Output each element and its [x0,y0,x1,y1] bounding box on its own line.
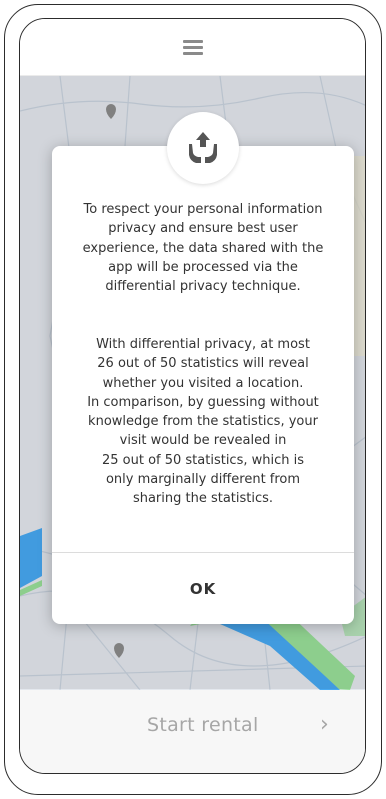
chevron-right-icon[interactable]: › [320,712,329,737]
start-rental-button[interactable]: Start rental [147,714,259,736]
share-hands-icon [167,112,239,184]
top-bar [20,19,365,76]
hamburger-menu-icon[interactable] [182,40,203,55]
privacy-intro-text: To respect your personal information pri… [82,202,324,295]
privacy-dialog: To respect your personal information pri… [52,146,354,624]
ok-button[interactable]: OK [52,553,354,624]
privacy-statistics-text: With differential privacy, at most 26 ou… [87,337,319,507]
bottom-bar: Start rental › [20,690,365,773]
